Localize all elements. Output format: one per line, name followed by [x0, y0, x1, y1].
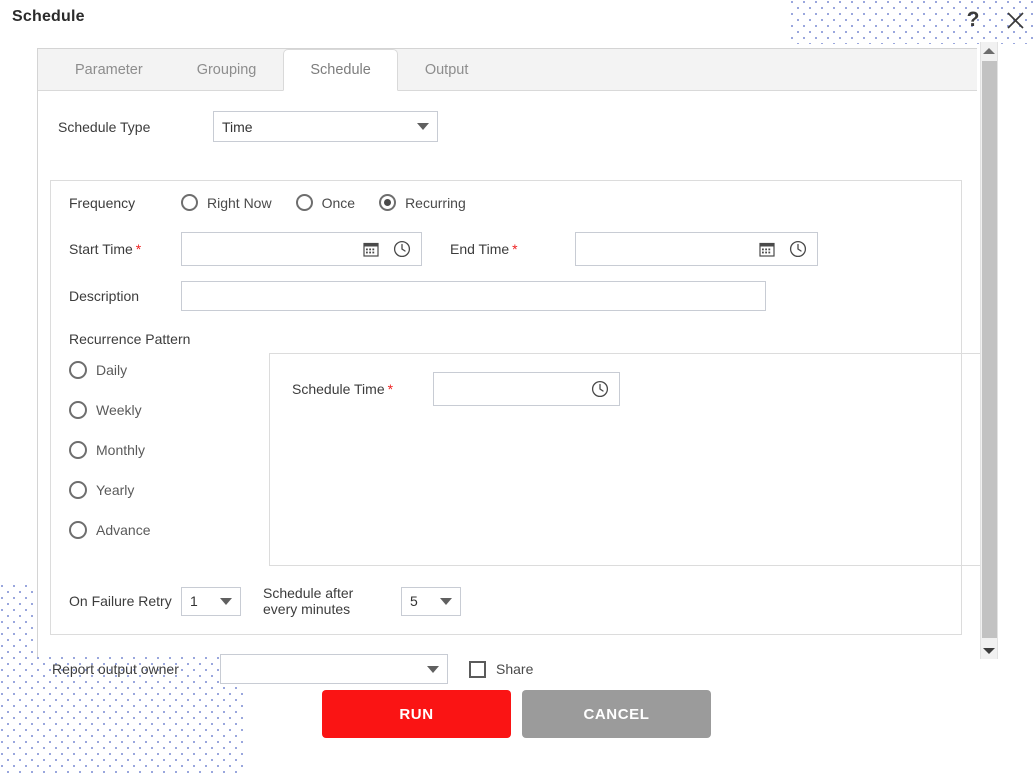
tab-grouping[interactable]: Grouping — [170, 50, 284, 90]
tab-output[interactable]: Output — [398, 50, 496, 90]
frequency-row: Frequency Right Now Once Recurring — [69, 194, 490, 211]
page-title: Schedule — [12, 8, 85, 25]
tab-schedule[interactable]: Schedule — [283, 49, 398, 91]
decorative-dot-pattern-top-right — [790, 0, 1033, 44]
on-failure-retry-label: On Failure Retry — [69, 593, 172, 609]
chevron-down-icon — [417, 123, 429, 130]
question-mark-icon[interactable]: ? — [958, 5, 988, 35]
recurrence-radio-weekly[interactable]: Weekly — [69, 401, 150, 419]
end-time-label: End Time * — [450, 241, 562, 257]
frequency-option-label: Recurring — [405, 194, 466, 211]
recurrence-radio-monthly[interactable]: Monthly — [69, 441, 150, 459]
radio-circle-icon — [295, 194, 313, 211]
schedule-time-input[interactable] — [433, 372, 620, 406]
chevron-down-icon — [220, 597, 232, 605]
radio-circle-icon — [69, 521, 87, 539]
start-time-input[interactable] — [181, 232, 422, 266]
frequency-label: Frequency — [69, 194, 136, 211]
schedule-interval-label: Schedule after every minutes — [263, 585, 354, 617]
scrollbar-thumb[interactable] — [982, 61, 997, 638]
radio-circle-icon — [69, 481, 87, 499]
clock-icon[interactable] — [589, 380, 611, 398]
cancel-button[interactable]: CANCEL — [522, 690, 711, 738]
schedule-time-label-text: Schedule Time — [292, 381, 385, 397]
frequency-radio-right-now[interactable]: Right Now — [181, 194, 272, 211]
report-output-owner-label: Report output owner — [52, 661, 179, 677]
chevron-down-icon — [427, 665, 439, 673]
caret-up-icon[interactable] — [981, 42, 997, 59]
required-asterisk: * — [387, 381, 394, 397]
start-time-label: Start Time * — [69, 241, 181, 257]
schedule-time-label: Schedule Time * — [292, 381, 420, 397]
run-button[interactable]: RUN — [322, 690, 511, 738]
recurrence-radio-yearly[interactable]: Yearly — [69, 481, 150, 499]
radio-circle-selected-icon — [379, 194, 397, 211]
on-failure-retry-value: 1 — [190, 593, 198, 609]
caret-down-icon[interactable] — [981, 642, 997, 659]
frequency-radio-recurring[interactable]: Recurring — [379, 194, 466, 211]
dialog-panel: Parameter Grouping Schedule Output Sched… — [37, 48, 981, 684]
clock-icon[interactable] — [787, 240, 809, 258]
schedule-time-row: Schedule Time * — [292, 372, 620, 406]
share-checkbox-wrapper[interactable]: Share — [469, 660, 534, 678]
end-time-input[interactable] — [575, 232, 818, 266]
required-asterisk: * — [135, 241, 142, 257]
radio-circle-icon — [181, 194, 198, 211]
start-time-label-text: Start Time — [69, 241, 133, 257]
schedule-interval-select[interactable]: 5 — [401, 586, 461, 616]
on-failure-retry-select[interactable]: 1 — [181, 586, 241, 616]
close-icon[interactable] — [1000, 5, 1030, 35]
frequency-option-label: Right Now — [207, 194, 272, 211]
tab-content-schedule: Schedule Type Time Frequency Right Now O… — [38, 91, 981, 684]
recurrence-radio-advance[interactable]: Advance — [69, 521, 150, 539]
recurrence-detail-panel: Schedule Time * — [269, 353, 981, 566]
calendar-icon[interactable] — [360, 241, 382, 257]
tab-bar: Parameter Grouping Schedule Output — [38, 49, 977, 91]
calendar-icon[interactable] — [756, 241, 778, 257]
recurrence-option-label: Monthly — [96, 442, 146, 458]
recurrence-radio-daily[interactable]: Daily — [69, 361, 150, 379]
recurrence-pattern-radio-group: Daily Weekly Monthly Yearly Advance — [69, 361, 150, 561]
share-label: Share — [496, 661, 534, 677]
recurrence-option-label: Advance — [96, 522, 151, 538]
recurrence-option-label: Weekly — [96, 402, 142, 418]
frequency-option-label: Once — [321, 194, 356, 211]
schedule-type-label: Schedule Type — [58, 118, 151, 135]
schedule-type-value: Time — [222, 118, 253, 135]
report-output-owner-select[interactable] — [220, 654, 448, 684]
vertical-scrollbar[interactable] — [980, 42, 998, 659]
schedule-interval-value: 5 — [410, 593, 418, 609]
description-input[interactable] — [181, 281, 766, 311]
recurrence-option-label: Daily — [96, 362, 128, 378]
clock-icon[interactable] — [391, 240, 413, 258]
start-end-time-row: Start Time * End Time * — [69, 232, 818, 266]
chevron-down-icon — [440, 597, 452, 605]
on-failure-retry-row: On Failure Retry 1 Schedule after every … — [69, 585, 461, 617]
description-label: Description — [69, 288, 140, 304]
end-time-label-text: End Time — [450, 241, 510, 257]
schedule-dialog-screen: Schedule ? Parameter Grouping Schedule O… — [0, 0, 1033, 774]
share-checkbox[interactable] — [469, 660, 486, 678]
frequency-radio-once[interactable]: Once — [295, 194, 356, 211]
tab-parameter[interactable]: Parameter — [48, 50, 170, 90]
schedule-type-select[interactable]: Time — [213, 111, 438, 142]
frequency-fieldset: Frequency Right Now Once Recurring Start… — [50, 180, 981, 635]
required-asterisk: * — [512, 241, 518, 257]
report-output-owner-row: Report output owner Share — [52, 654, 533, 684]
recurrence-pattern-label: Recurrence Pattern — [69, 331, 191, 347]
radio-circle-icon — [69, 361, 87, 379]
schedule-type-row: Schedule Type Time — [58, 111, 438, 142]
dialog-footer: RUN CANCEL — [0, 690, 1033, 740]
radio-circle-icon — [69, 441, 87, 459]
radio-circle-icon — [69, 401, 87, 419]
recurrence-option-label: Yearly — [96, 482, 135, 498]
description-row: Description — [69, 281, 766, 311]
